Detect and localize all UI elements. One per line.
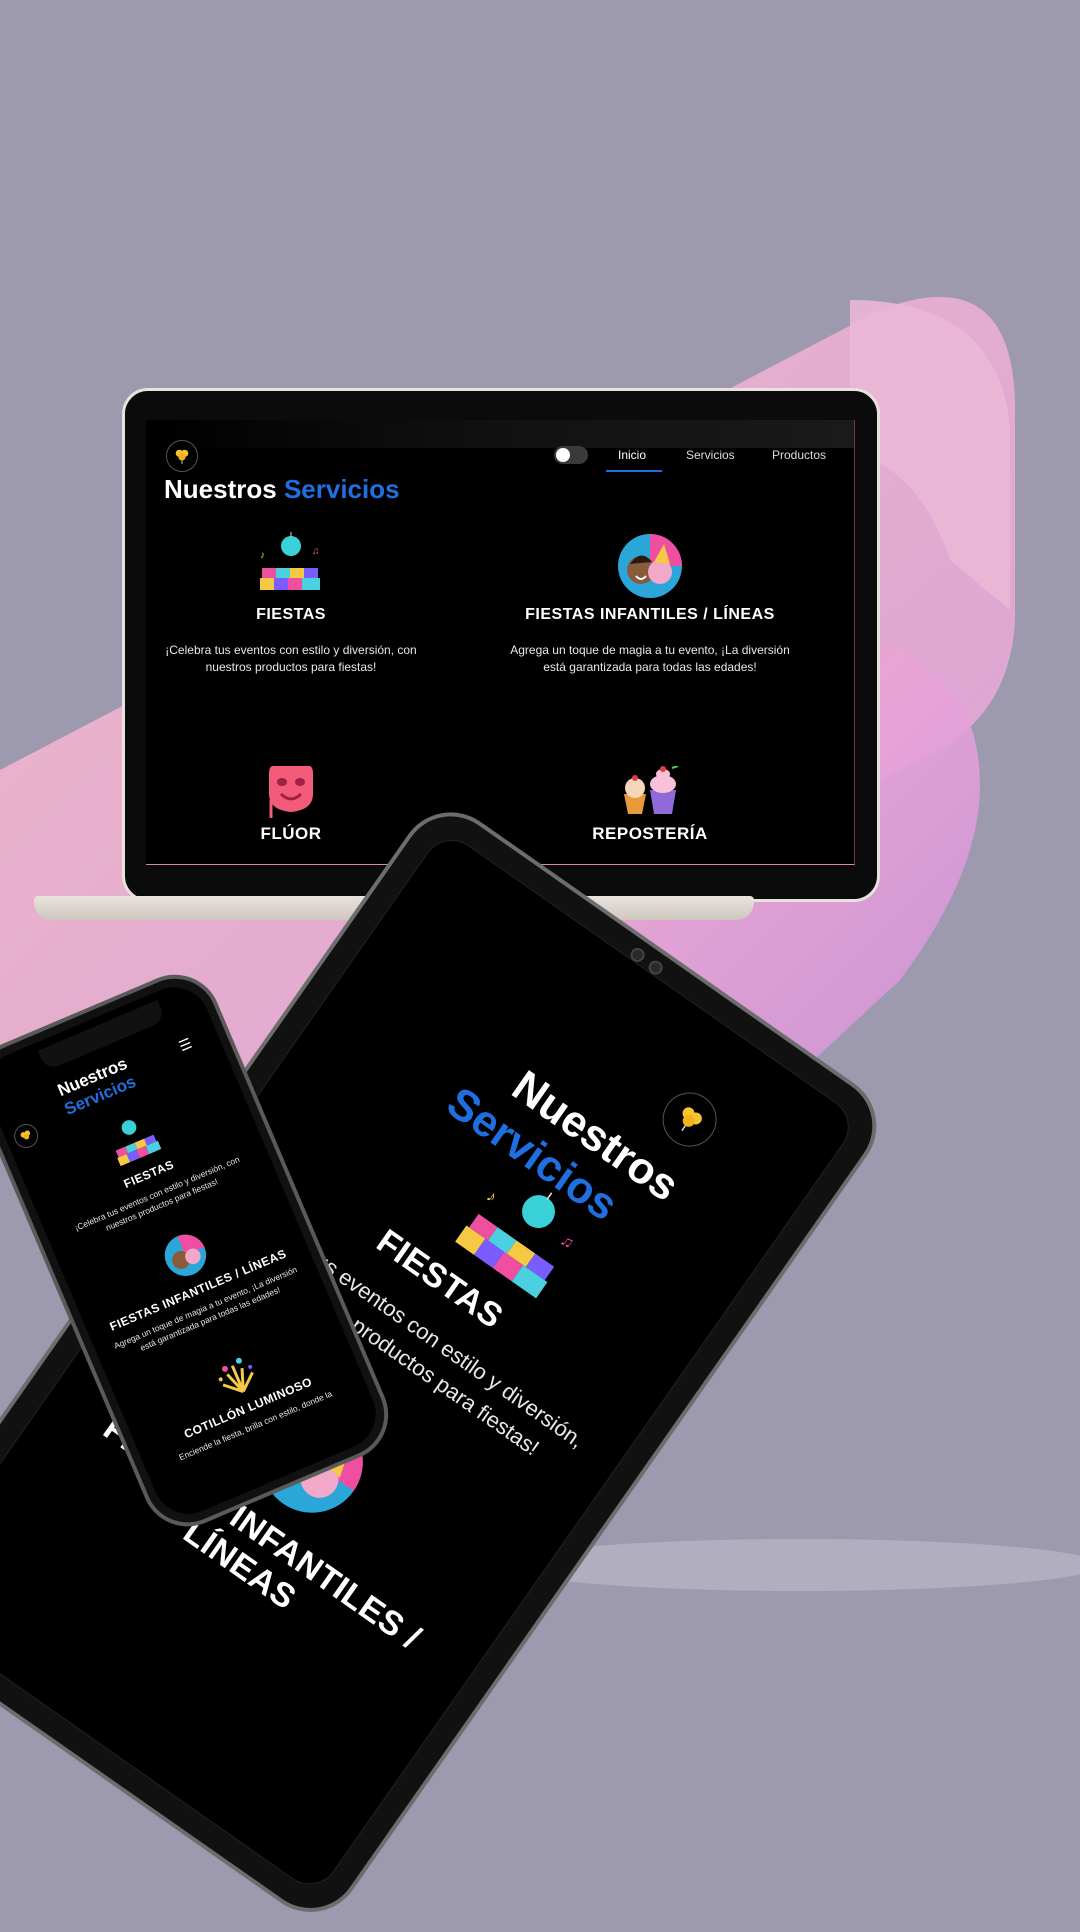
theme-toggle[interactable] (554, 446, 588, 464)
fireworks-icon (218, 1357, 254, 1393)
nav-productos[interactable]: Productos (772, 448, 826, 462)
nav-active-indicator (606, 470, 662, 472)
nav-servicios[interactable]: Servicios (686, 448, 735, 462)
svg-text:♪: ♪ (483, 1187, 500, 1206)
svg-text:♫: ♫ (557, 1231, 577, 1253)
party-kids-icon (618, 534, 682, 598)
brand-logo[interactable] (10, 1120, 42, 1152)
party-kids-icon (164, 1234, 207, 1276)
service-card-reposteria: REPOSTERÍA (500, 766, 800, 844)
balloon-icon (681, 1107, 702, 1132)
laptop-navbar (146, 420, 854, 448)
hamburger-menu-icon[interactable]: ☰ (176, 1035, 194, 1056)
neon-mask-icon (269, 766, 313, 818)
page-title: Nuestros Servicios (164, 474, 400, 504)
service-card-fiestas-infantiles: FIESTAS INFANTILES / LÍNEAS Agrega un to… (500, 532, 800, 677)
svg-text:♫: ♫ (312, 546, 320, 557)
brand-logo[interactable] (166, 440, 198, 472)
moon-icon (556, 448, 570, 462)
laptop-screen: Inicio Servicios Productos Nuestros Serv… (146, 420, 855, 865)
disco-floor-icon: ♪♫ (260, 532, 320, 590)
nav-inicio[interactable]: Inicio (618, 448, 646, 462)
svg-text:♪: ♪ (260, 550, 265, 561)
service-card-fluor: FLÚOR (146, 760, 441, 844)
cupcakes-icon (624, 766, 679, 814)
brand-logo[interactable] (652, 1081, 728, 1158)
service-card-fiestas: ♪ ♫ FIESTAS ¡Celebra tus eventos con esti… (146, 532, 441, 677)
balloon-icon (175, 449, 189, 465)
balloon-icon (20, 1130, 31, 1140)
